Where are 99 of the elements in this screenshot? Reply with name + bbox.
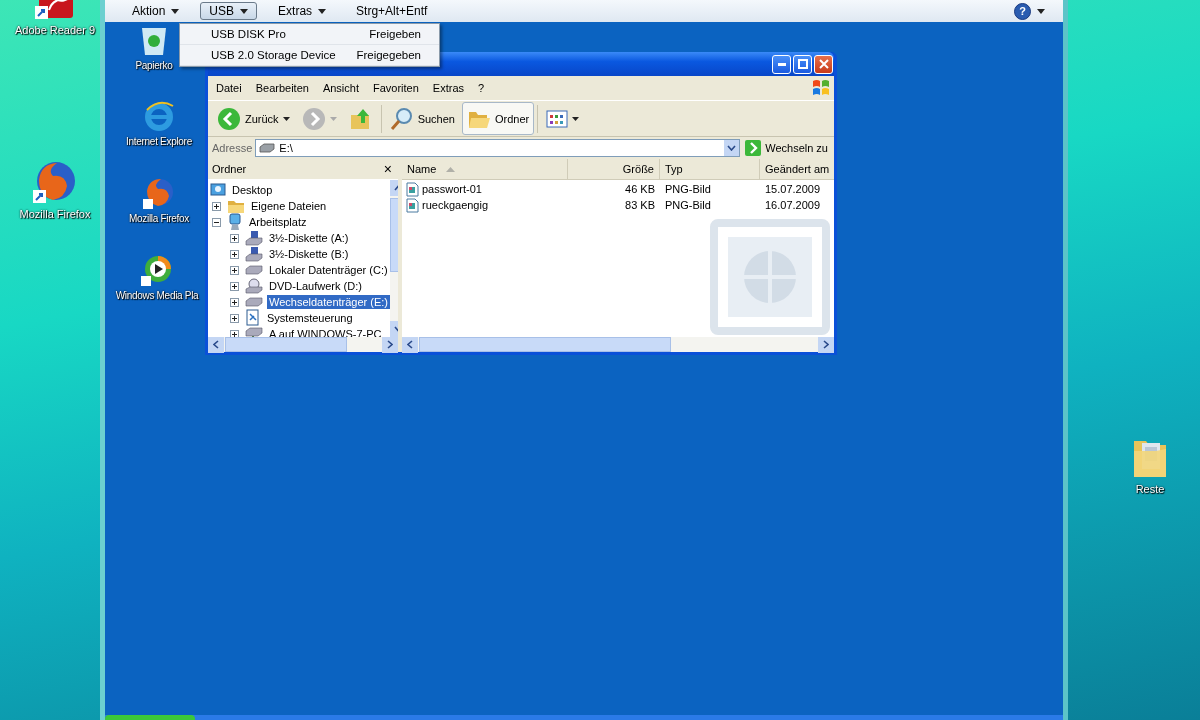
minimize-button[interactable] bbox=[772, 54, 791, 74]
media-player-icon[interactable] bbox=[141, 254, 173, 286]
dvd-drive-icon bbox=[245, 278, 263, 294]
caret-icon bbox=[240, 8, 249, 14]
icon-label: Mozilla Firefox bbox=[129, 213, 189, 224]
chevron-icon bbox=[727, 145, 737, 151]
tree-item[interactable]: Wechseldatenträger (E:) bbox=[267, 295, 391, 309]
control-panel-icon bbox=[245, 309, 261, 327]
tree-item[interactable]: Arbeitsplatz bbox=[247, 215, 309, 229]
icon-label: Adobe Reader 9 bbox=[14, 24, 96, 36]
column-header[interactable]: Geändert am bbox=[760, 159, 835, 179]
horizontal-scrollbar[interactable] bbox=[402, 337, 834, 352]
start-button[interactable] bbox=[105, 715, 195, 720]
toolbar-button[interactable]: Ordner bbox=[461, 102, 535, 135]
column-header[interactable]: Typ bbox=[660, 159, 760, 179]
tree-item[interactable]: DVD-Laufwerk (D:) bbox=[267, 279, 364, 293]
tree-item[interactable]: Eigene Dateien bbox=[249, 199, 329, 213]
dropdown-button[interactable] bbox=[724, 140, 740, 156]
image-file-icon bbox=[406, 197, 419, 213]
browser-icon[interactable] bbox=[143, 100, 175, 132]
file-name[interactable]: passwort-01 bbox=[422, 183, 482, 195]
table-cell-text: 83 KB bbox=[624, 199, 656, 211]
icon-label: Reste bbox=[1135, 483, 1165, 495]
tree-item[interactable]: Desktop bbox=[230, 183, 275, 197]
desktop-icon bbox=[210, 182, 226, 198]
table-cell-text: PNG-Bild bbox=[664, 183, 712, 195]
tree-item[interactable]: 3½-Diskette (A:) bbox=[267, 231, 351, 245]
address-field[interactable]: E:\ bbox=[255, 139, 741, 157]
tree-item[interactable]: Lokaler Datenträger (C:) bbox=[267, 263, 390, 277]
caret-icon bbox=[282, 116, 290, 121]
maximize-icon bbox=[797, 59, 808, 69]
address-label: Adresse bbox=[212, 142, 253, 154]
table-cell-text: PNG-Bild bbox=[664, 199, 712, 211]
left-chevron-icon bbox=[407, 340, 413, 349]
column-header[interactable]: Name bbox=[402, 159, 568, 179]
windows-logo-icon bbox=[812, 79, 830, 97]
menu-button[interactable]: USB bbox=[200, 2, 258, 20]
caret-icon bbox=[572, 116, 580, 121]
right-chevron-icon bbox=[387, 340, 393, 349]
caret-icon bbox=[318, 8, 327, 14]
drive-icon bbox=[245, 296, 263, 308]
expand-toggle[interactable] bbox=[230, 265, 239, 275]
menu-button[interactable]: Aktion bbox=[123, 2, 189, 20]
table-cell-text: 46 KB bbox=[624, 183, 656, 195]
tree-item[interactable]: Systemsteuerung bbox=[265, 311, 355, 325]
help-icon[interactable]: ? bbox=[1014, 2, 1031, 20]
search-icon bbox=[389, 106, 414, 131]
expand-toggle[interactable] bbox=[230, 313, 239, 323]
close-icon bbox=[818, 59, 829, 69]
menu-button[interactable]: Strg+Alt+Entf bbox=[347, 2, 437, 20]
caret-icon[interactable] bbox=[1037, 8, 1045, 14]
icon-label: Windows Media Pla bbox=[115, 290, 199, 301]
minimize-icon bbox=[777, 62, 786, 66]
menu-button[interactable]: Extras bbox=[269, 2, 336, 20]
table-cell-text: 15.07.2009 bbox=[764, 183, 822, 195]
go-button[interactable]: Wechseln zu bbox=[743, 140, 830, 156]
expand-toggle[interactable] bbox=[230, 281, 239, 291]
computer-icon bbox=[227, 213, 243, 231]
right-chevron-icon bbox=[823, 340, 829, 349]
toolbar-button[interactable]: Suchen bbox=[384, 102, 460, 135]
caret-icon bbox=[329, 116, 337, 121]
firefox-icon[interactable] bbox=[143, 177, 175, 209]
close-button[interactable] bbox=[814, 54, 833, 74]
file-name[interactable]: rueckgaengig bbox=[422, 199, 489, 211]
menu-item[interactable]: Favoriten bbox=[373, 82, 419, 94]
close-pane-button[interactable]: × bbox=[383, 161, 392, 177]
expand-toggle[interactable] bbox=[230, 249, 239, 259]
tree-item[interactable]: 3½-Diskette (B:) bbox=[267, 247, 351, 261]
floppy-drive-icon bbox=[245, 230, 263, 246]
icon-label: Mozilla Firefox bbox=[19, 208, 91, 220]
menu-item[interactable]: USB DISK Pro Freigeben bbox=[180, 24, 439, 45]
column-header[interactable]: Größe bbox=[568, 159, 660, 179]
expand-toggle[interactable] bbox=[230, 233, 239, 243]
floppy-drive-icon bbox=[245, 246, 263, 262]
pane-title: Ordner bbox=[212, 163, 247, 175]
sort-arrow-icon bbox=[446, 166, 456, 172]
toolbar-button[interactable]: Zurück bbox=[212, 102, 295, 135]
menu-item[interactable]: Bearbeiten bbox=[255, 82, 309, 94]
icon-label: Internet Explore bbox=[126, 136, 192, 147]
firefox-icon[interactable] bbox=[33, 160, 77, 204]
menu-item[interactable]: ? bbox=[478, 82, 485, 94]
menu-item[interactable]: Ansicht bbox=[322, 82, 359, 94]
drive-icon bbox=[259, 143, 276, 153]
maximize-button[interactable] bbox=[793, 54, 812, 74]
caret-icon bbox=[171, 8, 180, 14]
views-icon bbox=[546, 108, 569, 129]
expand-toggle[interactable] bbox=[230, 297, 239, 307]
icon-label: Papierko bbox=[135, 60, 173, 71]
drive-icon bbox=[245, 264, 263, 276]
folder-icon bbox=[227, 198, 245, 214]
image-file-icon bbox=[406, 181, 419, 197]
menu-item[interactable]: USB 2.0 Storage Device Freigegeben bbox=[180, 45, 439, 66]
menu-item[interactable]: Datei bbox=[216, 82, 242, 94]
left-chevron-icon bbox=[213, 340, 219, 349]
menu-item[interactable]: Extras bbox=[432, 82, 465, 94]
expand-toggle[interactable] bbox=[212, 201, 221, 211]
table-cell-text: 16.07.2009 bbox=[764, 199, 822, 211]
horizontal-scrollbar[interactable] bbox=[208, 337, 398, 352]
expand-toggle[interactable] bbox=[212, 217, 221, 227]
